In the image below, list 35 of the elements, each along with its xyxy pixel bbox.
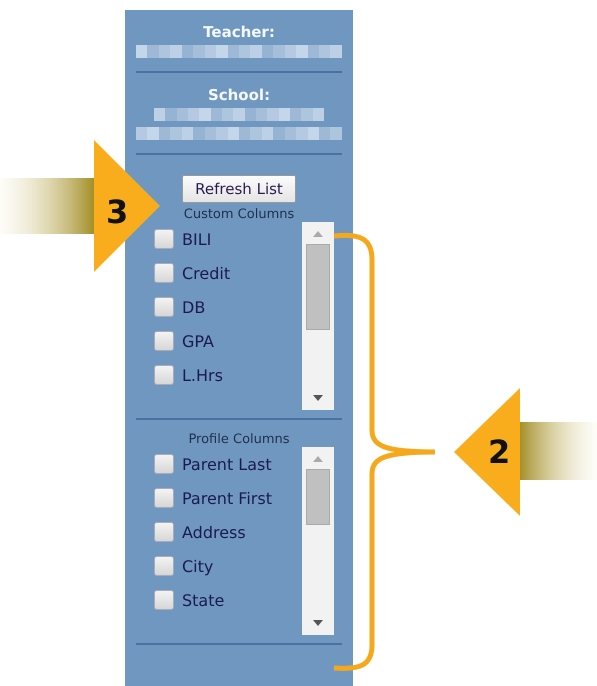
checkbox[interactable] bbox=[154, 263, 174, 283]
checkbox[interactable] bbox=[154, 297, 174, 317]
column-label[interactable]: BILI bbox=[182, 230, 212, 248]
section-title: Profile Columns bbox=[188, 432, 290, 447]
scroll-up-icon[interactable] bbox=[312, 230, 324, 238]
section-title: Custom Columns bbox=[184, 207, 294, 222]
step-number: 3 bbox=[106, 196, 128, 228]
column-label[interactable]: Credit bbox=[182, 264, 230, 282]
scrollbar[interactable] bbox=[302, 447, 334, 635]
scroll-thumb[interactable] bbox=[306, 244, 330, 330]
scroll-up-icon[interactable] bbox=[312, 455, 324, 463]
scroll-down-icon[interactable] bbox=[312, 619, 324, 627]
scrollbar[interactable] bbox=[302, 222, 334, 410]
step-number: 2 bbox=[488, 436, 510, 468]
checkbox[interactable] bbox=[154, 488, 174, 508]
column-label[interactable]: Address bbox=[182, 522, 246, 542]
scroll-down-icon[interactable] bbox=[312, 394, 324, 402]
checkbox[interactable] bbox=[154, 365, 174, 385]
column-label[interactable]: L.Hrs bbox=[182, 366, 223, 384]
column-label[interactable]: DB bbox=[182, 298, 206, 316]
school-label: School: bbox=[208, 85, 270, 105]
column-label[interactable]: City bbox=[182, 556, 214, 576]
checkbox[interactable] bbox=[154, 331, 174, 351]
checkbox[interactable] bbox=[154, 229, 174, 249]
teacher-label: Teacher: bbox=[203, 22, 275, 42]
column-label[interactable]: State bbox=[182, 590, 224, 610]
checkbox[interactable] bbox=[154, 556, 174, 576]
scroll-thumb[interactable] bbox=[306, 469, 330, 525]
checkbox[interactable] bbox=[154, 522, 174, 542]
column-label[interactable]: Parent Last bbox=[182, 454, 272, 474]
checkbox[interactable] bbox=[154, 454, 174, 474]
column-label[interactable]: GPA bbox=[182, 332, 214, 350]
refresh-list-button[interactable]: Refresh List bbox=[182, 175, 296, 203]
checkbox[interactable] bbox=[154, 590, 174, 610]
column-label[interactable]: Parent First bbox=[182, 488, 272, 508]
